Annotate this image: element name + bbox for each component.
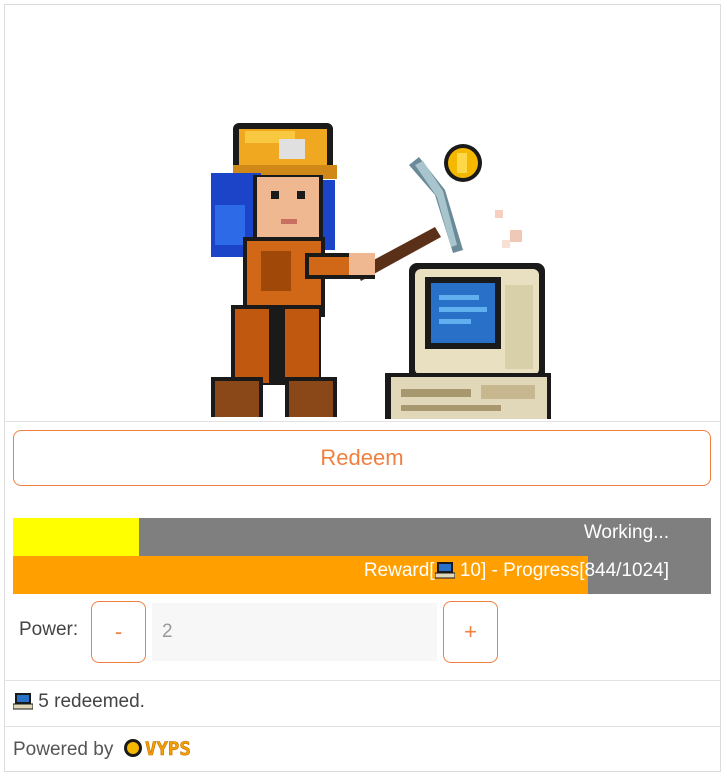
- miner-pixel-art: [211, 123, 551, 419]
- power-label: Power:: [19, 619, 79, 640]
- computer-icon: [434, 559, 456, 589]
- reward-progress-bar: Reward[ 10] - Progress[844/1024]: [13, 556, 711, 594]
- power-increment-button[interactable]: +: [443, 601, 498, 663]
- redeem-button[interactable]: Redeem: [13, 430, 711, 486]
- redeemed-count: 5 redeemed.: [12, 691, 145, 716]
- brand-text: VYPS: [145, 738, 191, 759]
- progress-label: ] - Progress[844/1024]: [481, 560, 669, 581]
- powered-by: Powered by VYPS: [13, 737, 209, 765]
- divider: [5, 680, 720, 681]
- work-progress-bar: Working...: [13, 518, 711, 556]
- work-status: Working...: [583, 522, 669, 543]
- powered-by-label: Powered by: [13, 739, 114, 760]
- reward-status: Reward[ 10] - Progress[844/1024]: [364, 556, 669, 589]
- miner-card: Redeem Working... Reward[ 10] - Progress…: [4, 4, 721, 772]
- vyps-logo[interactable]: VYPS: [123, 737, 209, 765]
- work-progress-fill: [13, 518, 139, 556]
- miner-illustration: [5, 5, 722, 421]
- reward-prefix: Reward[: [363, 560, 435, 581]
- computer-icon: [12, 692, 34, 716]
- redeemed-text: 5 redeemed.: [38, 691, 145, 712]
- reward-amount: 10: [459, 560, 481, 581]
- power-input[interactable]: 2: [152, 603, 437, 661]
- power-decrement-button[interactable]: -: [91, 601, 146, 663]
- divider: [5, 726, 720, 727]
- divider: [5, 421, 720, 422]
